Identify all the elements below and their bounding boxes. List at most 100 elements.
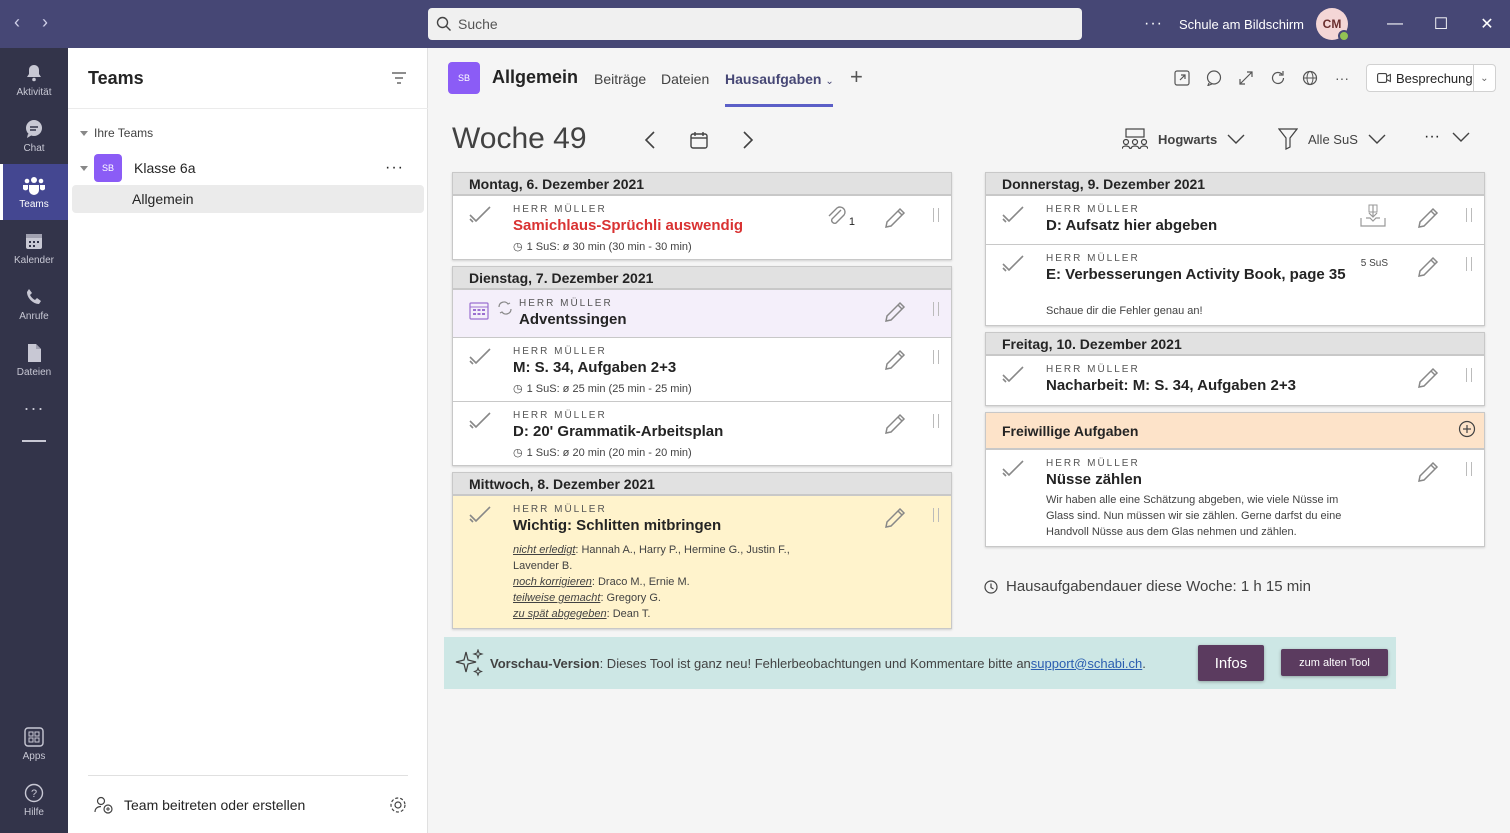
edit-pencil-icon[interactable] bbox=[883, 300, 907, 327]
week-more-menu[interactable]: ··· bbox=[1424, 128, 1470, 146]
conversation-icon[interactable] bbox=[1204, 68, 1224, 88]
drag-handle-icon[interactable] bbox=[1466, 462, 1472, 476]
calendar-icon bbox=[469, 302, 489, 320]
section-your-teams[interactable]: Ihre Teams bbox=[80, 126, 153, 140]
drag-handle-icon[interactable] bbox=[1466, 368, 1472, 382]
edit-pencil-icon[interactable] bbox=[883, 412, 907, 439]
more-apps-icon[interactable]: ··· bbox=[0, 398, 68, 419]
tab-dateien[interactable]: Dateien bbox=[661, 71, 709, 87]
task-item[interactable]: HERR MÜLLER M: S. 34, Aufgaben 2+3 ◷ 1 Su… bbox=[453, 337, 951, 401]
org-name[interactable]: Schule am Bildschirm bbox=[1179, 17, 1304, 32]
avatar[interactable]: CM bbox=[1316, 8, 1350, 42]
task-item[interactable]: HERR MÜLLER Nacharbeit: M: S. 34, Aufgab… bbox=[986, 355, 1484, 405]
check-icon[interactable] bbox=[1002, 366, 1024, 387]
chevron-down-icon[interactable]: ⌄ bbox=[1472, 65, 1495, 91]
team-more-icon[interactable]: ··· bbox=[385, 159, 404, 177]
edit-pencil-icon[interactable] bbox=[1416, 255, 1440, 282]
minimize-icon[interactable]: — bbox=[1372, 15, 1418, 33]
task-item[interactable]: HERR MÜLLER Nüsse zählen Wir haben alle … bbox=[986, 449, 1484, 546]
rail-item-calendar[interactable]: Kalender bbox=[0, 220, 68, 276]
edit-pencil-icon[interactable] bbox=[883, 506, 907, 533]
rail-item-files[interactable]: Dateien bbox=[0, 332, 68, 388]
task-item[interactable]: HERR MÜLLER Samichlaus-Sprüchli auswendi… bbox=[453, 195, 951, 259]
edit-pencil-icon[interactable] bbox=[1416, 206, 1440, 233]
old-tool-button[interactable]: zum alten Tool bbox=[1281, 649, 1388, 676]
task-item[interactable]: HERR MÜLLER D: Aufsatz hier abgeben bbox=[986, 195, 1484, 244]
drag-handle-icon[interactable] bbox=[933, 302, 939, 316]
meeting-button[interactable]: Besprechung ⌄ bbox=[1366, 64, 1496, 92]
rail-item-chat[interactable]: Chat bbox=[0, 108, 68, 164]
edit-pencil-icon[interactable] bbox=[1416, 460, 1440, 487]
close-icon[interactable]: ✕ bbox=[1464, 14, 1510, 34]
task-title: Nüsse zählen bbox=[1046, 471, 1142, 488]
drag-handle-icon[interactable] bbox=[933, 350, 939, 364]
check-icon[interactable] bbox=[1002, 255, 1024, 276]
check-icon[interactable] bbox=[469, 348, 491, 369]
task-item[interactable]: HERR MÜLLER D: 20' Grammatik-Arbeitsplan… bbox=[453, 401, 951, 465]
globe-icon[interactable] bbox=[1300, 68, 1320, 88]
drag-handle-icon[interactable] bbox=[933, 414, 939, 428]
student-filter[interactable]: Alle SuS bbox=[1278, 128, 1396, 150]
gear-icon[interactable] bbox=[389, 796, 407, 814]
join-team-label: Team beitreten oder erstellen bbox=[124, 797, 306, 813]
maximize-icon[interactable]: ☐ bbox=[1418, 14, 1464, 34]
calendar-icon[interactable] bbox=[690, 130, 708, 150]
chevron-down-icon bbox=[1368, 134, 1386, 144]
status-label: noch korrigieren bbox=[513, 576, 592, 588]
check-icon[interactable] bbox=[1002, 460, 1024, 481]
next-week-icon[interactable] bbox=[742, 130, 754, 150]
drag-handle-icon[interactable] bbox=[933, 508, 939, 522]
popout-icon[interactable] bbox=[1172, 68, 1192, 88]
check-icon[interactable] bbox=[1002, 206, 1024, 227]
rail-item-calls[interactable]: Anrufe bbox=[0, 276, 68, 332]
rail-item-apps[interactable]: Apps bbox=[0, 716, 68, 772]
more-options-icon[interactable]: ··· bbox=[1144, 15, 1163, 33]
more-options-icon: ··· bbox=[1424, 128, 1440, 145]
chat-icon bbox=[26, 119, 42, 138]
drag-handle-icon[interactable] bbox=[1466, 257, 1472, 271]
add-circle-icon[interactable] bbox=[1458, 420, 1476, 441]
download-tray-icon[interactable] bbox=[1360, 204, 1386, 231]
divider bbox=[22, 440, 46, 442]
day-header: Freitag, 10. Dezember 2021 bbox=[986, 333, 1484, 355]
forward-arrow-icon[interactable]: › bbox=[42, 12, 48, 33]
calendar-icon bbox=[26, 233, 42, 249]
join-team-button[interactable]: Team beitreten oder erstellen bbox=[94, 796, 305, 814]
school-selector[interactable]: Hogwarts bbox=[1122, 128, 1255, 150]
rail-item-activity[interactable]: Aktivität bbox=[0, 52, 68, 108]
drag-handle-icon[interactable] bbox=[933, 208, 939, 222]
edit-pencil-icon[interactable] bbox=[1416, 366, 1440, 393]
attachment[interactable]: 1 bbox=[825, 204, 855, 228]
duration-text: 1 SuS: ø 25 min (25 min - 25 min) bbox=[526, 382, 692, 395]
more-options-icon[interactable]: ··· bbox=[1332, 68, 1352, 88]
check-icon[interactable] bbox=[469, 506, 491, 527]
back-arrow-icon[interactable]: ‹ bbox=[14, 12, 20, 33]
rail-item-help[interactable]: ? Hilfe bbox=[0, 772, 68, 828]
search-input[interactable]: Suche bbox=[428, 8, 1082, 40]
check-icon[interactable] bbox=[469, 412, 491, 433]
active-tab-indicator bbox=[725, 104, 833, 107]
task-item[interactable]: HERR MÜLLER Adventssingen bbox=[453, 289, 951, 337]
team-klasse-6a[interactable]: SB Klasse 6a ··· bbox=[80, 154, 424, 182]
previous-week-icon[interactable] bbox=[644, 130, 656, 150]
drag-handle-icon[interactable] bbox=[1466, 208, 1472, 222]
check-icon[interactable] bbox=[469, 206, 491, 227]
support-email-link[interactable]: support@schabi.ch bbox=[1031, 656, 1142, 671]
channel-header: SB Allgemein Beiträge Dateien Hausaufgab… bbox=[428, 48, 1510, 108]
edit-pencil-icon[interactable] bbox=[883, 348, 907, 375]
rail-item-teams[interactable]: Teams bbox=[0, 164, 68, 220]
tab-beitraege[interactable]: Beiträge bbox=[594, 71, 646, 87]
filter-icon[interactable] bbox=[391, 72, 407, 84]
edit-pencil-icon[interactable] bbox=[883, 206, 907, 233]
info-button[interactable]: Infos bbox=[1198, 645, 1264, 681]
task-item[interactable]: HERR MÜLLER E: Verbesserungen Activity B… bbox=[986, 244, 1484, 325]
tab-hausaufgaben[interactable]: Hausaufgaben ⌄ bbox=[725, 71, 834, 87]
refresh-icon[interactable] bbox=[1268, 68, 1288, 88]
task-title: Wichtig: Schlitten mitbringen bbox=[513, 517, 722, 534]
task-item[interactable]: HERR MÜLLER Wichtig: Schlitten mitbringe… bbox=[453, 495, 951, 628]
banner-after: . bbox=[1142, 655, 1146, 671]
expand-icon[interactable] bbox=[1236, 68, 1256, 88]
day-card: Donnerstag, 9. Dezember 2021 HERR MÜLLER… bbox=[985, 172, 1485, 326]
add-tab-icon[interactable]: + bbox=[850, 64, 863, 90]
channel-allgemein[interactable]: Allgemein bbox=[72, 185, 424, 213]
